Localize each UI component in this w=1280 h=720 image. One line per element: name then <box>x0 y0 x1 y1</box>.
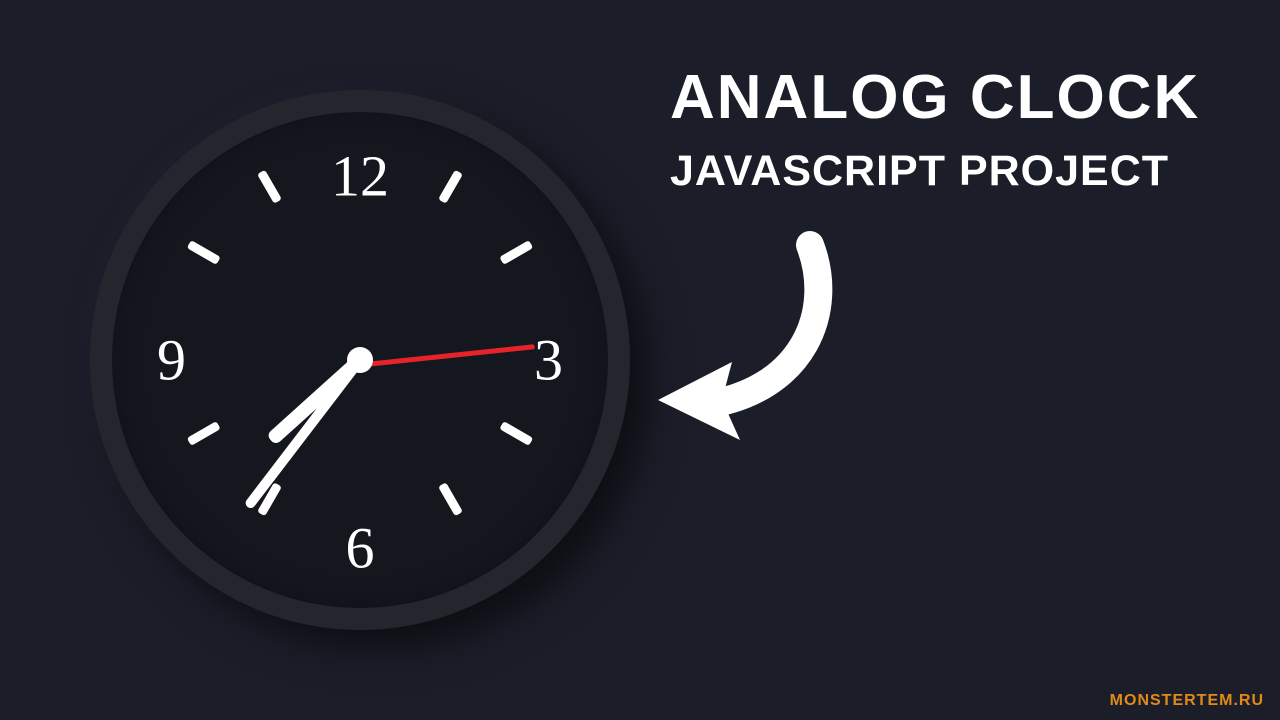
tick-mark <box>500 240 534 265</box>
clock-number-9: 9 <box>157 327 186 394</box>
tick-mark <box>186 421 220 446</box>
heading-block: ANALOG CLOCK JAVASCRIPT PROJECT <box>670 62 1200 196</box>
center-cap <box>347 347 373 373</box>
tick-mark <box>438 169 463 203</box>
tick-mark <box>500 421 534 446</box>
tick-mark <box>438 483 463 517</box>
clock-number-3: 3 <box>534 327 563 394</box>
analog-clock: 12 3 6 9 <box>90 90 630 630</box>
clock-face: 12 3 6 9 <box>90 90 630 630</box>
tick-mark <box>186 240 220 265</box>
arrow-icon <box>640 230 860 455</box>
watermark: MONSTERTEM.RU <box>1110 692 1264 710</box>
tick-mark <box>257 169 282 203</box>
page-subtitle: JAVASCRIPT PROJECT <box>670 147 1200 196</box>
second-hand <box>360 344 535 367</box>
clock-number-6: 6 <box>346 515 375 582</box>
minute-hand <box>244 357 364 510</box>
page-title: ANALOG CLOCK <box>670 62 1200 133</box>
clock-number-12: 12 <box>331 143 389 210</box>
